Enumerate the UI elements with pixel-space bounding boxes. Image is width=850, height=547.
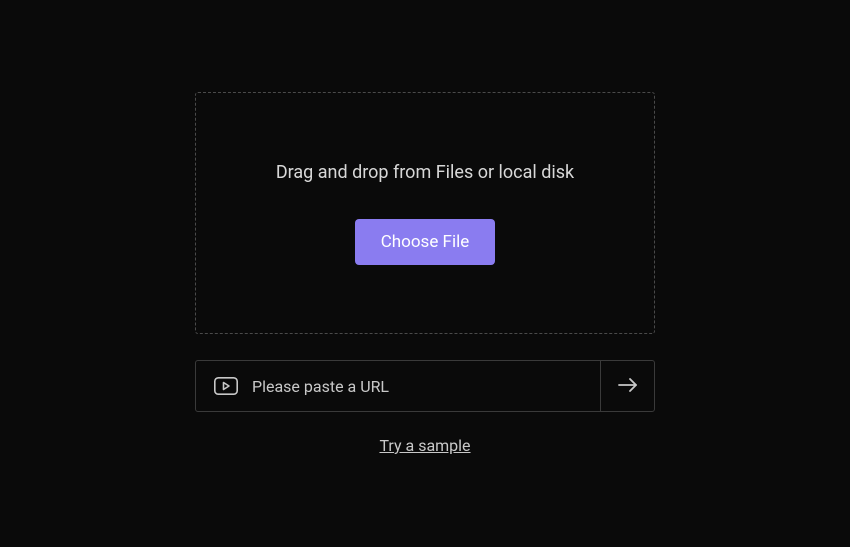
arrow-right-icon	[617, 377, 639, 396]
url-input[interactable]	[252, 377, 582, 396]
dropzone-instruction: Drag and drop from Files or local disk	[276, 162, 574, 183]
submit-url-button[interactable]	[600, 361, 654, 411]
url-input-wrap	[196, 361, 600, 411]
try-sample-link[interactable]: Try a sample	[379, 436, 470, 455]
upload-container: Drag and drop from Files or local disk C…	[195, 92, 655, 455]
dropzone[interactable]: Drag and drop from Files or local disk C…	[195, 92, 655, 334]
choose-file-button[interactable]: Choose File	[355, 219, 496, 265]
url-row	[195, 360, 655, 412]
video-icon	[214, 377, 238, 395]
